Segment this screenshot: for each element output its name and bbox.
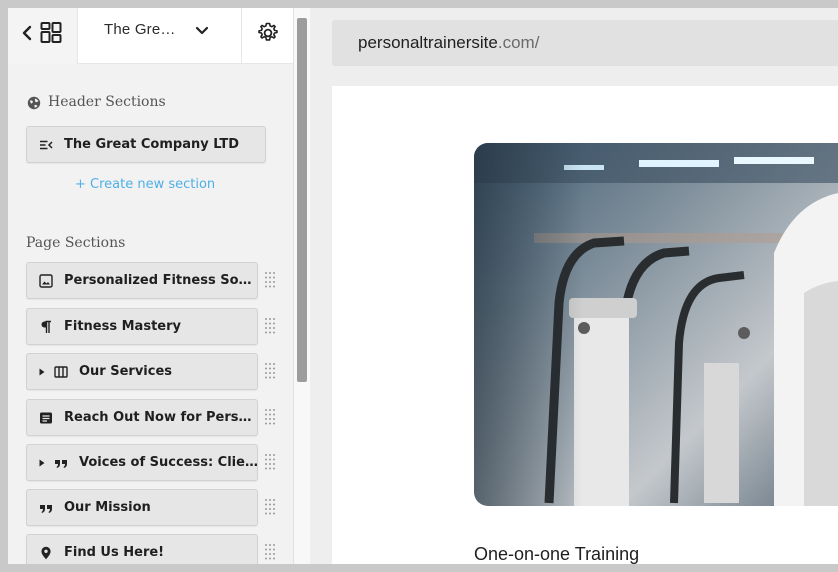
page-section-label: Find Us Here! <box>64 545 165 560</box>
chevron-down-icon[interactable] <box>195 25 209 37</box>
drag-handle-icon[interactable] <box>264 317 276 335</box>
menu-collapse-icon <box>40 140 53 150</box>
page-sections-heading: Page Sections <box>26 235 126 251</box>
scrollbar-thumb[interactable] <box>297 18 307 382</box>
drag-handle-icon[interactable] <box>264 543 276 561</box>
drag-handle-icon[interactable] <box>264 498 276 516</box>
drag-handle-icon[interactable] <box>264 408 276 426</box>
header-sections-heading: Header Sections <box>48 94 166 110</box>
page-section-label: Voices of Success: Clie… <box>79 455 258 470</box>
url-text: personaltrainersite.com/ <box>358 33 539 53</box>
sidebar-scrollbar[interactable] <box>293 8 310 564</box>
page-section-item[interactable]: Personalized Fitness So… <box>26 262 258 299</box>
page-section-item[interactable]: Fitness Mastery <box>26 308 258 345</box>
url-bar[interactable]: personaltrainersite.com/ <box>332 20 838 66</box>
page-section-label: Reach Out Now for Pers… <box>64 410 252 425</box>
drag-handle-icon[interactable] <box>264 453 276 471</box>
drag-handle-icon[interactable] <box>264 271 276 289</box>
url-suffix: .com/ <box>497 33 540 52</box>
gym-photo-illustration <box>474 143 838 506</box>
form-icon <box>40 412 52 424</box>
expand-caret-icon[interactable] <box>39 368 45 376</box>
globe-icon <box>27 96 41 110</box>
site-preview: personaltrainersite.com/ One-on-one Trai… <box>310 8 838 564</box>
header-section-label: The Great Company LTD <box>64 137 240 152</box>
page-section-label: Our Mission <box>64 500 151 515</box>
columns-icon <box>54 366 68 378</box>
page-section-item[interactable]: Our Services <box>26 353 258 390</box>
create-new-section-link[interactable]: + Create new section <box>75 177 215 192</box>
sidebar-topbar: The Gre… <box>8 8 293 64</box>
quote-icon <box>55 460 67 468</box>
page-section-item[interactable]: Our Mission <box>26 489 258 526</box>
map-pin-icon <box>41 546 51 560</box>
paragraph-icon <box>41 320 51 333</box>
url-domain: personaltrainersite <box>358 33 498 52</box>
page-section-label: Personalized Fitness So… <box>64 273 252 288</box>
back-icon[interactable] <box>20 23 34 43</box>
drag-handle-icon[interactable] <box>264 362 276 380</box>
settings-button[interactable] <box>241 8 293 64</box>
app-window: The Gre… Header Sections The Great Compa <box>8 8 838 564</box>
page-section-item[interactable]: Find Us Here! <box>26 534 258 564</box>
page-section-label: Fitness Mastery <box>64 319 181 334</box>
preview-section-heading: One-on-one Training <box>474 544 640 564</box>
site-selector-label[interactable]: The Gre… <box>104 21 176 38</box>
sidebar: The Gre… Header Sections The Great Compa <box>8 8 293 564</box>
quote-icon <box>40 505 52 513</box>
dashboard-grid-icon[interactable] <box>40 21 62 45</box>
page-section-label: Our Services <box>79 364 173 379</box>
page-section-item[interactable]: Reach Out Now for Pers… <box>26 399 258 436</box>
hero-image <box>474 143 838 506</box>
gear-icon <box>258 22 278 41</box>
image-icon <box>39 274 53 288</box>
preview-page: One-on-one Training <box>332 86 838 564</box>
expand-caret-icon[interactable] <box>39 459 45 467</box>
page-section-item[interactable]: Voices of Success: Clie… <box>26 444 258 481</box>
header-section-item[interactable]: The Great Company LTD <box>26 126 266 163</box>
topbar-nav-group <box>8 8 78 64</box>
